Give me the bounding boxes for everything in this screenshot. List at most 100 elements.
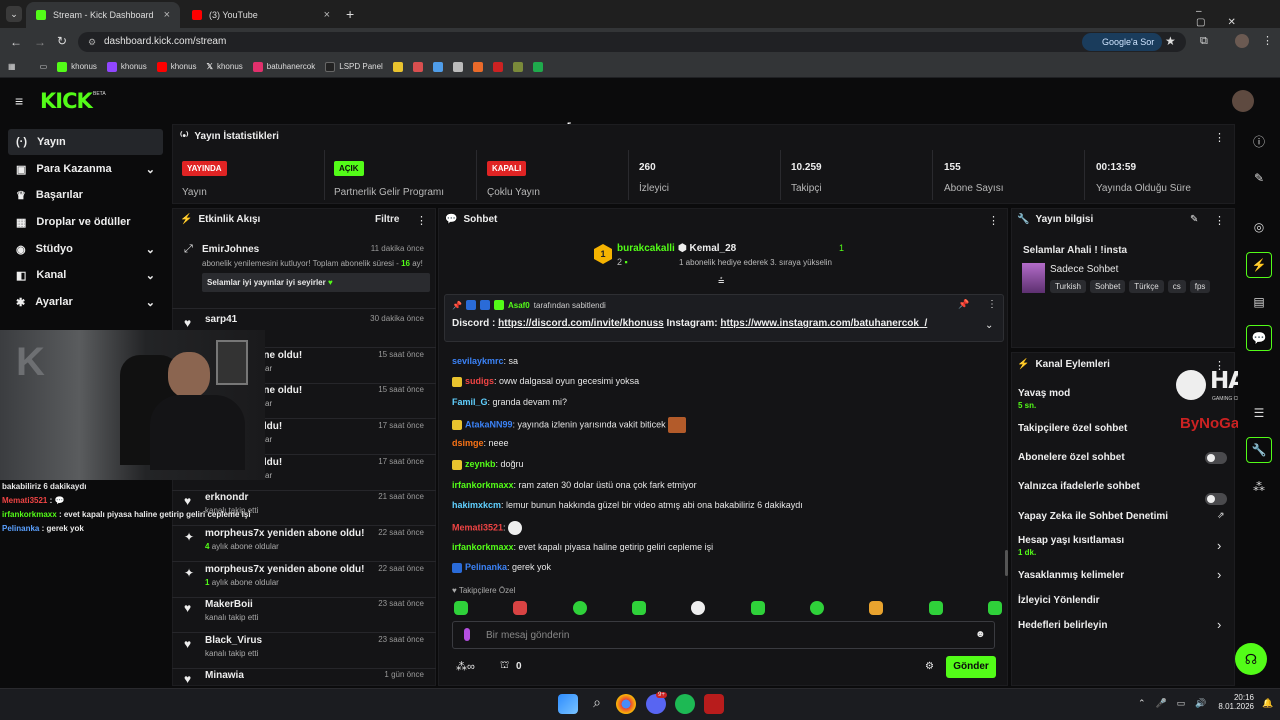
user-avatar[interactable]	[1232, 90, 1254, 112]
emote-icon[interactable]	[513, 601, 528, 615]
emotes-only-row[interactable]: Yalnızca ifadelerle sohbet	[1018, 481, 1228, 492]
info-menu-icon[interactable]: ⋮	[1214, 214, 1225, 227]
apps-grid-icon[interactable]: ▦	[8, 62, 16, 71]
chat-username[interactable]: zeynkb	[465, 459, 496, 469]
chat-scrollbar[interactable]	[1005, 550, 1008, 576]
extensions-icon[interactable]: ⧉	[1200, 35, 1208, 48]
discord-link[interactable]: https://discord.com/invite/khonuss	[498, 318, 664, 329]
emote-icon[interactable]	[750, 601, 765, 615]
tab-kick-dashboard[interactable]: Stream - Kick Dashboard ×	[26, 2, 180, 28]
emote-icon[interactable]	[572, 601, 587, 615]
browser-menu-icon[interactable]: ⋮	[1262, 34, 1273, 47]
profile-avatar[interactable]	[1235, 34, 1249, 48]
collapse-toggle-icon[interactable]: ⩮	[718, 275, 724, 288]
feed-menu-icon[interactable]: ⋮	[416, 214, 427, 227]
sidebar-item-para-kazanma[interactable]: ▣ Para Kazanma ⌄	[8, 156, 163, 182]
banned-words-row[interactable]: Yasaklanmış kelimeler	[1018, 570, 1228, 581]
bookmark-khonus-twitch[interactable]: khonus	[106, 61, 147, 72]
info-icon[interactable]: ⓘ	[1246, 128, 1272, 154]
google-ask-button[interactable]: Google'a Sor	[1082, 33, 1163, 51]
chat-menu-icon[interactable]: ⋮	[988, 214, 999, 227]
emote-icon[interactable]	[631, 601, 646, 615]
search-icon[interactable]: ⌕	[587, 694, 607, 714]
tab-youtube[interactable]: (3) YouTube ×	[182, 2, 340, 28]
bookmark-instagram[interactable]: batuhanercok	[252, 61, 315, 72]
ai-moderation-row[interactable]: Yapay Zeka ile Sohbet Denetimi	[1018, 511, 1228, 522]
bookmark-icon[interactable]	[412, 61, 423, 72]
lightning-icon[interactable]: ⚡	[1246, 252, 1272, 278]
emote-icon[interactable]	[928, 601, 943, 615]
store-icon[interactable]: ⛫	[500, 660, 509, 673]
tray-icons[interactable]: ⌃🎤▭🔊	[1138, 698, 1216, 709]
notification-bell-icon[interactable]: 🔔	[1262, 698, 1273, 709]
bookmark-star-icon[interactable]: ★	[1165, 34, 1176, 48]
bookmark-khonus-youtube[interactable]: khonus	[156, 61, 197, 72]
emote-icon[interactable]	[987, 601, 1002, 615]
send-button[interactable]: Gönder	[946, 656, 996, 678]
stats-menu-icon[interactable]: ⋮	[1214, 131, 1225, 144]
sidebar-item-droplar[interactable]: ▦ Droplar ve ödüller	[8, 209, 163, 235]
account-age-row[interactable]: Hesap yaşı kısıtlaması 1 dk.	[1018, 535, 1228, 557]
url-input[interactable]: dashboard.kick.com/stream	[78, 32, 1186, 52]
chevron-down-icon[interactable]: ⌄	[985, 320, 993, 331]
bookmark-icon[interactable]	[512, 61, 523, 72]
subscribers-only-toggle[interactable]	[1205, 452, 1227, 464]
bookmark-icon[interactable]	[472, 61, 483, 72]
wrench-icon[interactable]: 🔧	[1246, 437, 1272, 463]
instagram-link[interactable]: https://www.instagram.com/batuhanercok_/	[720, 318, 927, 329]
bookmark-icon[interactable]	[392, 61, 403, 72]
document-icon[interactable]: ▤	[1246, 289, 1272, 315]
bookmark-khonus-kick[interactable]: khonus	[57, 61, 97, 72]
kick-logo[interactable]: KICK	[40, 89, 93, 113]
chat-username[interactable]: Memati3521	[452, 522, 503, 532]
reload-icon[interactable]: ↻	[57, 34, 67, 48]
spotify-icon[interactable]	[675, 694, 695, 714]
chat-username[interactable]: sevilaykmrc	[452, 356, 504, 366]
redirect-viewers-row[interactable]: İzleyici Yönlendir	[1018, 595, 1228, 606]
subscribers-only-row[interactable]: Abonelere özel sohbet	[1018, 452, 1228, 463]
folder-icon[interactable]: ▭	[40, 62, 48, 71]
support-headset-icon[interactable]: ☊	[1235, 643, 1267, 675]
sidebar-item-ayarlar[interactable]: ✱ Ayarlar ⌄	[8, 289, 163, 315]
chat-icon[interactable]: 💬	[1246, 325, 1272, 351]
sidebar-item-basarilar[interactable]: ♛ Başarılar	[8, 182, 163, 208]
chat-username[interactable]: sudigs	[465, 376, 494, 386]
bookmark-icon[interactable]	[452, 61, 463, 72]
chat-username[interactable]: Pelinanka	[465, 562, 507, 572]
emote-icon[interactable]	[809, 601, 824, 615]
emote-icon[interactable]	[869, 601, 884, 615]
chat-settings-icon[interactable]: ⚙	[925, 661, 934, 672]
pencil-icon[interactable]: ✎	[1246, 165, 1272, 191]
sidebar-item-kanal[interactable]: ◧ Kanal ⌄	[8, 262, 163, 288]
emotes-only-toggle[interactable]	[1205, 493, 1227, 505]
points-icon[interactable]: ⁂∞	[456, 660, 475, 673]
chat-username[interactable]: AtakaNN99	[465, 419, 513, 429]
window-controls[interactable]: –▢✕	[1196, 6, 1280, 28]
site-info-icon[interactable]: ⚙	[88, 37, 96, 48]
sidebar-item-studyo[interactable]: ◉ Stüdyo ⌄	[8, 236, 163, 262]
emoji-picker-icon[interactable]: ☻	[975, 629, 986, 640]
forward-icon[interactable]: →	[34, 35, 46, 49]
bookmark-lspd[interactable]: LSPD Panel	[325, 61, 383, 72]
bookmark-icon[interactable]	[492, 61, 503, 72]
sidebar-item-yayin[interactable]: (·) Yayın	[8, 129, 163, 155]
camera-icon[interactable]: ◎	[1246, 214, 1272, 240]
emote-icon[interactable]	[691, 601, 706, 615]
chat-username[interactable]: Famil_G	[452, 397, 488, 407]
unpin-icon[interactable]: 📌	[958, 299, 969, 310]
points-icon[interactable]: ⁂	[1246, 474, 1272, 500]
chat-username[interactable]: dsimge	[452, 438, 484, 448]
set-goals-row[interactable]: Hedefleri belirleyin	[1018, 620, 1228, 631]
chrome-icon[interactable]	[616, 694, 636, 714]
bookmark-khonus-x[interactable]: 𝕏khonus	[207, 62, 243, 71]
filter-button[interactable]: Filtre	[375, 214, 399, 225]
app-icon[interactable]	[704, 694, 724, 714]
emote-icon[interactable]	[454, 601, 468, 615]
back-icon[interactable]: ←	[10, 35, 22, 49]
edit-icon[interactable]: ✎	[1190, 214, 1198, 225]
close-tab-icon[interactable]: ×	[324, 9, 330, 21]
bookmark-icon[interactable]	[432, 61, 443, 72]
list-icon[interactable]: ☰	[1246, 400, 1272, 426]
new-tab-icon[interactable]: +	[346, 6, 354, 22]
sheets-icon[interactable]	[532, 61, 543, 72]
